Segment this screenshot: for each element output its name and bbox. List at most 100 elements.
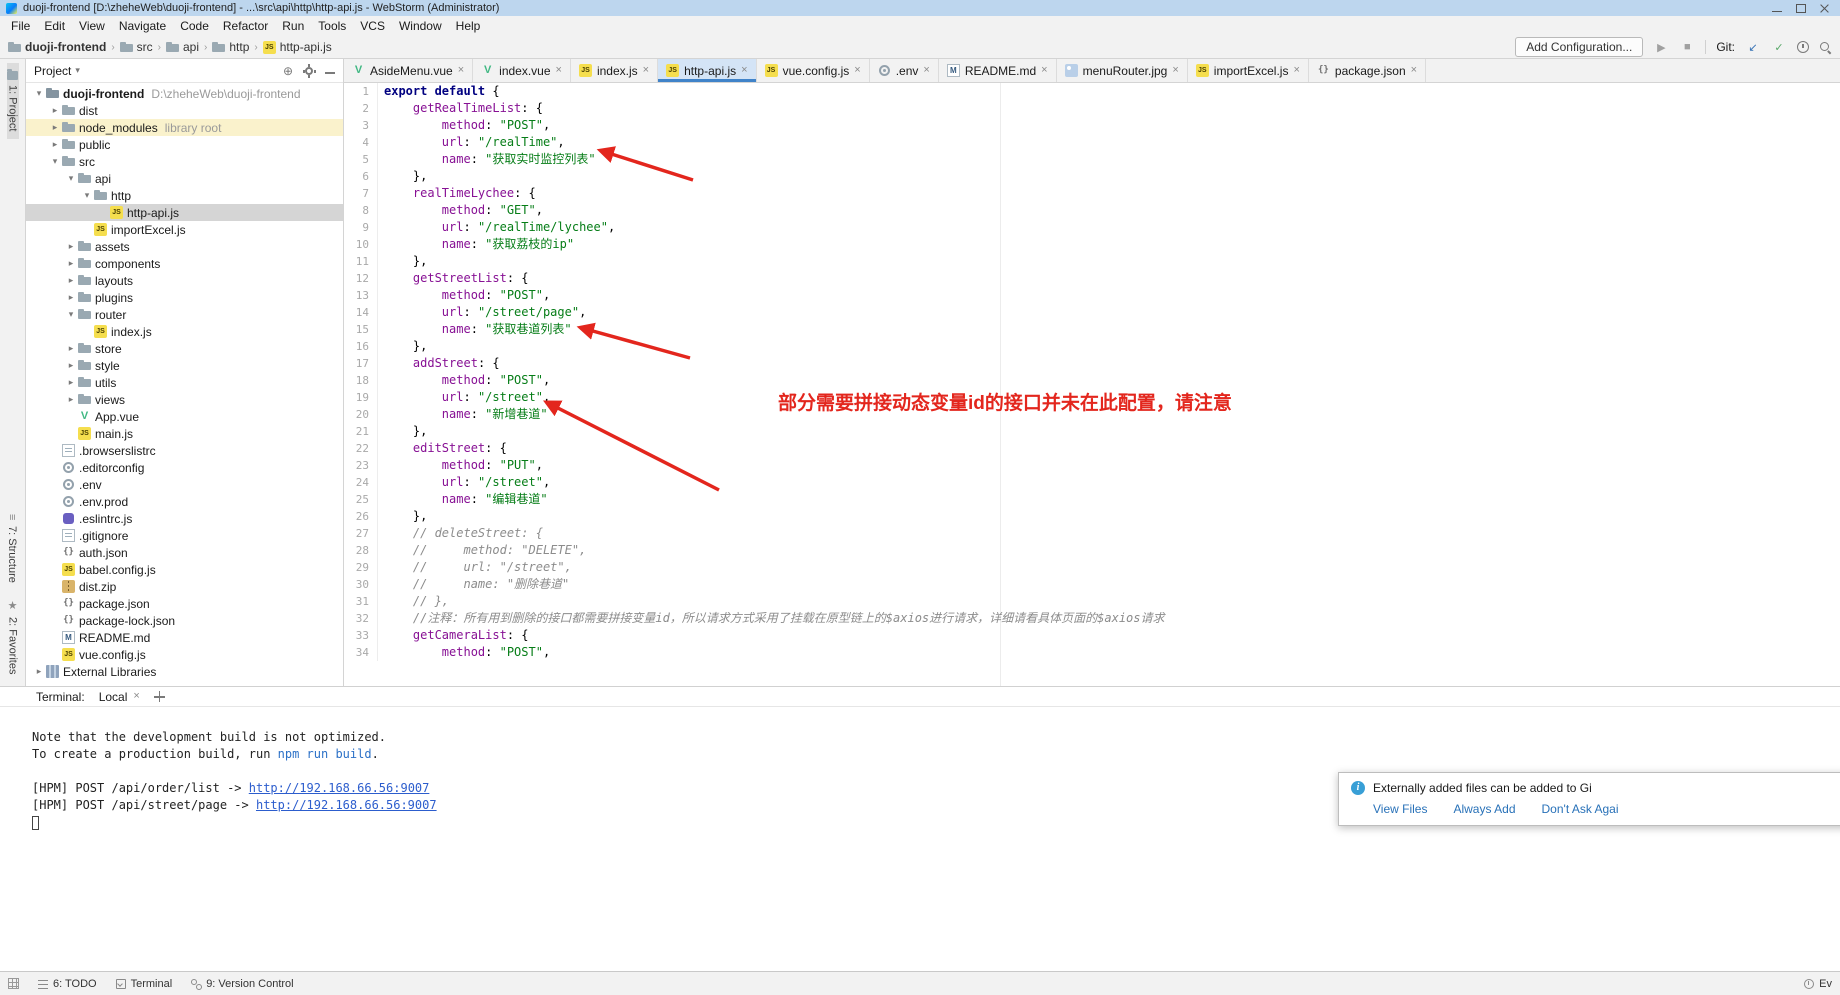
code-line[interactable]: 7 realTimeLychee: {	[344, 185, 1840, 202]
tool-window-switcher-icon[interactable]	[8, 978, 19, 989]
menu-item-refactor[interactable]: Refactor	[216, 17, 275, 35]
line-number[interactable]: 15	[344, 321, 378, 338]
chevron-expanded-icon[interactable]: ▾	[64, 309, 78, 320]
menu-item-edit[interactable]: Edit	[37, 17, 72, 35]
line-number[interactable]: 34	[344, 644, 378, 661]
tool-window-button-structure[interactable]: ≡7: Structure	[6, 506, 18, 590]
tree-item[interactable]: babel.config.js	[26, 561, 343, 578]
tree-item[interactable]: ▾http	[26, 187, 343, 204]
terminal-tab-local[interactable]: Local	[99, 690, 140, 704]
line-number[interactable]: 16	[344, 338, 378, 355]
code-editor[interactable]: 1export default {2 getRealTimeList: {3 m…	[344, 83, 1840, 686]
search-everywhere-icon[interactable]	[1819, 41, 1832, 54]
chevron-collapsed-icon[interactable]: ▸	[48, 122, 62, 133]
line-number[interactable]: 14	[344, 304, 378, 321]
line-number[interactable]: 21	[344, 423, 378, 440]
breadcrumb-item[interactable]: src	[120, 40, 153, 54]
tree-item[interactable]: .env.prod	[26, 493, 343, 510]
line-number[interactable]: 10	[344, 236, 378, 253]
chevron-collapsed-icon[interactable]: ▸	[64, 258, 78, 269]
code-line[interactable]: 10 name: "获取荔枝的ip"	[344, 236, 1840, 253]
status-bar-right[interactable]: Ev	[1803, 978, 1832, 990]
tree-item[interactable]: ▸assets	[26, 238, 343, 255]
menu-item-help[interactable]: Help	[449, 17, 488, 35]
tree-item[interactable]: auth.json	[26, 544, 343, 561]
tree-item[interactable]: package.json	[26, 595, 343, 612]
line-number[interactable]: 4	[344, 134, 378, 151]
line-number[interactable]: 20	[344, 406, 378, 423]
line-number[interactable]: 17	[344, 355, 378, 372]
code-line[interactable]: 28 // method: "DELETE",	[344, 542, 1840, 559]
tree-item[interactable]: ▾api	[26, 170, 343, 187]
close-tab-icon[interactable]	[1041, 65, 1047, 76]
editor-tab-readme-md[interactable]: README.md	[939, 59, 1057, 82]
code-line[interactable]: 15 name: "获取巷道列表"	[344, 321, 1840, 338]
tree-item[interactable]: ▸layouts	[26, 272, 343, 289]
tree-item[interactable]: package-lock.json	[26, 612, 343, 629]
code-line[interactable]: 18 method: "POST",	[344, 372, 1840, 389]
tree-item[interactable]: ▸store	[26, 340, 343, 357]
chevron-collapsed-icon[interactable]: ▸	[64, 360, 78, 371]
code-line[interactable]: 26 },	[344, 508, 1840, 525]
code-line[interactable]: 8 method: "GET",	[344, 202, 1840, 219]
code-line[interactable]: 23 method: "PUT",	[344, 457, 1840, 474]
breadcrumb-item[interactable]: http	[212, 40, 249, 54]
tree-item[interactable]: README.md	[26, 629, 343, 646]
line-number[interactable]: 32	[344, 610, 378, 627]
menu-item-tools[interactable]: Tools	[311, 17, 353, 35]
tree-item[interactable]: ▸public	[26, 136, 343, 153]
line-number[interactable]: 9	[344, 219, 378, 236]
code-line[interactable]: 1export default {	[344, 83, 1840, 100]
close-icon[interactable]	[1820, 4, 1830, 13]
breadcrumb-item[interactable]: duoji-frontend	[8, 40, 106, 54]
line-number[interactable]: 27	[344, 525, 378, 542]
close-tab-icon[interactable]	[923, 65, 929, 76]
tree-item[interactable]: index.js	[26, 323, 343, 340]
line-number[interactable]: 28	[344, 542, 378, 559]
code-line[interactable]: 33 getCameraList: {	[344, 627, 1840, 644]
tree-item[interactable]: ▸node_moduleslibrary root	[26, 119, 343, 136]
tree-item[interactable]: .gitignore	[26, 527, 343, 544]
line-number[interactable]: 13	[344, 287, 378, 304]
tree-item[interactable]: ▸dist	[26, 102, 343, 119]
status-bar-item-terminal[interactable]: Terminal	[115, 978, 173, 990]
code-line[interactable]: 12 getStreetList: {	[344, 270, 1840, 287]
chevron-collapsed-icon[interactable]: ▸	[64, 377, 78, 388]
code-line[interactable]: 6 },	[344, 168, 1840, 185]
notification-action-view-files[interactable]: View Files	[1373, 802, 1427, 816]
code-line[interactable]: 22 editStreet: {	[344, 440, 1840, 457]
code-line[interactable]: 5 name: "获取实时监控列表"	[344, 151, 1840, 168]
line-number[interactable]: 19	[344, 389, 378, 406]
close-tab-icon[interactable]	[556, 65, 562, 76]
menu-item-window[interactable]: Window	[392, 17, 449, 35]
terminal-link[interactable]: http://192.168.66.56:9007	[249, 781, 430, 795]
code-line[interactable]: 34 method: "POST",	[344, 644, 1840, 661]
gear-icon[interactable]	[303, 65, 315, 77]
close-tab-icon[interactable]	[133, 691, 139, 702]
chevron-expanded-icon[interactable]: ▾	[48, 156, 62, 167]
tree-item[interactable]: .eslintrc.js	[26, 510, 343, 527]
tree-item[interactable]: ▸utils	[26, 374, 343, 391]
project-panel-title[interactable]: Project	[34, 64, 71, 78]
chevron-collapsed-icon[interactable]: ▸	[32, 666, 46, 677]
close-tab-icon[interactable]	[1293, 65, 1299, 76]
run-icon[interactable]: ▶	[1653, 41, 1669, 54]
tree-item[interactable]: ▸style	[26, 357, 343, 374]
line-number[interactable]: 6	[344, 168, 378, 185]
locate-file-icon[interactable]: ⊕	[283, 64, 293, 78]
close-tab-icon[interactable]	[854, 65, 860, 76]
code-line[interactable]: 24 url: "/street",	[344, 474, 1840, 491]
code-line[interactable]: 16 },	[344, 338, 1840, 355]
editor-tab-index-vue[interactable]: index.vue	[473, 59, 571, 82]
code-line[interactable]: 21 },	[344, 423, 1840, 440]
status-bar-item-vc[interactable]: 9: Version Control	[190, 978, 293, 990]
line-number[interactable]: 22	[344, 440, 378, 457]
terminal-cursor[interactable]	[32, 816, 39, 830]
close-tab-icon[interactable]	[1411, 65, 1417, 76]
maximize-icon[interactable]	[1796, 4, 1806, 13]
tree-item[interactable]: main.js	[26, 425, 343, 442]
code-line[interactable]: 17 addStreet: {	[344, 355, 1840, 372]
history-icon[interactable]	[1797, 41, 1809, 53]
code-line[interactable]: 2 getRealTimeList: {	[344, 100, 1840, 117]
line-number[interactable]: 5	[344, 151, 378, 168]
